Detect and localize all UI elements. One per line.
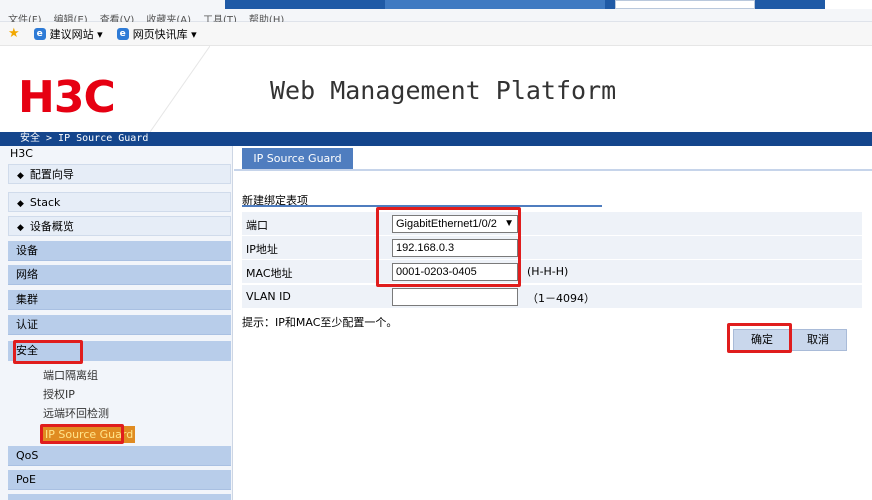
sidebar-item-auth[interactable]: 认证: [8, 315, 231, 335]
sidebar-sub-label: IP Source Guard: [45, 428, 134, 441]
mac-label: MAC地址: [246, 267, 293, 280]
sidebar-item-stack[interactable]: ◆ Stack: [8, 192, 231, 212]
sidebar-item-poe[interactable]: PoE: [8, 470, 231, 490]
sidebar-sub-label: 远端环回检测: [43, 407, 109, 420]
port-label: 端口: [246, 219, 268, 232]
vlan-label: VLAN ID: [246, 290, 291, 303]
ip-row: IP地址: [242, 236, 862, 260]
sidebar-item-cluster[interactable]: 集群: [8, 290, 231, 310]
favorites-star-icon[interactable]: ★: [8, 26, 20, 41]
sidebar-sub-ip-source-guard[interactable]: IP Source Guard: [43, 426, 136, 443]
diamond-icon: ◆: [17, 199, 24, 209]
browser-menubar: 文件(F) 编辑(E) 查看(V) 收藏夹(A) 工具(T) 帮助(H): [0, 0, 872, 26]
browser-tab[interactable]: [385, 0, 605, 9]
sidebar-item-label: 集群: [16, 293, 38, 306]
ie-icon: e: [116, 27, 129, 40]
sidebar-item-more[interactable]: [8, 494, 231, 500]
fav-label: 建议网站 ▾: [49, 27, 103, 41]
sidebar-item-wizard[interactable]: ◆ 配置向导: [8, 164, 231, 184]
ie-icon: e: [33, 27, 46, 40]
sidebar-item-overview[interactable]: ◆ 设备概览: [8, 216, 231, 236]
ok-button[interactable]: 确定: [733, 329, 791, 351]
fav-web-slice-gallery[interactable]: e 网页快讯库 ▾: [116, 26, 197, 42]
ip-input[interactable]: [392, 239, 518, 257]
sidebar-sub-label: 授权IP: [43, 388, 75, 401]
sidebar-item-label: 安全: [16, 344, 38, 357]
sidebar-item-label: 设备: [16, 244, 38, 257]
sidebar-item-label: 设备概览: [29, 220, 74, 233]
sidebar-nav: H3C ◆ 配置向导 ◆ Stack ◆ 设备概览 设备 网络 集群 认证 安全 端口…: [0, 146, 233, 500]
h3c-logo: H3C: [18, 72, 116, 123]
diamond-icon: ◆: [17, 171, 24, 181]
port-row: 端口 GigabitEthernet1/0/2 ▼: [242, 212, 862, 236]
sidebar-root[interactable]: H3C: [0, 146, 232, 162]
breadcrumb: 安全 > IP Source Guard: [0, 132, 872, 146]
sidebar-sub-label: 端口隔离组: [43, 369, 98, 382]
mac-input[interactable]: [392, 263, 518, 281]
diamond-icon: ◆: [17, 223, 24, 233]
tab-ip-source-guard[interactable]: IP Source Guard: [242, 148, 353, 169]
main-content: IP Source Guard 新建绑定表项 端口 GigabitEtherne…: [234, 146, 872, 500]
cancel-button[interactable]: 取消: [789, 329, 847, 351]
page-header: H3C Web Management Platform: [0, 46, 872, 132]
fav-label: 网页快讯库 ▾: [132, 27, 197, 41]
browser-tab[interactable]: [825, 0, 872, 9]
port-select[interactable]: GigabitEthernet1/0/2 ▼: [392, 215, 518, 233]
vlan-range-hint: （1－4094）: [527, 292, 595, 305]
sidebar-item-label: 网络: [16, 268, 38, 281]
sidebar-item-security[interactable]: 安全: [8, 341, 231, 361]
ip-label: IP地址: [246, 243, 278, 256]
sidebar-item-label: QoS: [16, 449, 39, 462]
vlan-row: VLAN ID （1－4094）: [242, 285, 862, 309]
browser-tab-active[interactable]: [615, 0, 755, 9]
header-divider-icon: [150, 46, 210, 132]
browser-tabstrip: [225, 0, 872, 9]
port-select-value: GigabitEthernet1/0/2: [396, 218, 497, 230]
vlan-input[interactable]: [392, 288, 518, 306]
sidebar-sub-loopback-detection[interactable]: 远端环回检测: [43, 405, 109, 422]
favorites-bar: ★ e 建议网站 ▾ e 网页快讯库 ▾: [0, 22, 872, 46]
tab-underline: [234, 169, 872, 171]
section-divider: [242, 205, 602, 207]
sidebar-item-label: PoE: [16, 473, 36, 486]
fav-suggested-sites[interactable]: e 建议网站 ▾: [33, 26, 103, 42]
sidebar-item-label: 认证: [16, 318, 38, 331]
sidebar-sub-port-isolation[interactable]: 端口隔离组: [43, 367, 98, 384]
mac-format-hint: (H-H-H): [527, 265, 569, 278]
sidebar-item-device[interactable]: 设备: [8, 241, 231, 261]
mac-row: MAC地址 (H-H-H): [242, 260, 862, 284]
sidebar-item-network[interactable]: 网络: [8, 265, 231, 285]
platform-title: Web Management Platform: [270, 76, 617, 105]
config-note: 提示：IP和MAC至少配置一个。: [242, 316, 398, 329]
sidebar-item-qos[interactable]: QoS: [8, 446, 231, 466]
sidebar-sub-authorized-ip[interactable]: 授权IP: [43, 386, 75, 403]
sidebar-item-label: Stack: [29, 196, 61, 209]
sidebar-item-label: 配置向导: [29, 168, 74, 181]
chevron-down-icon: ▼: [504, 218, 514, 229]
